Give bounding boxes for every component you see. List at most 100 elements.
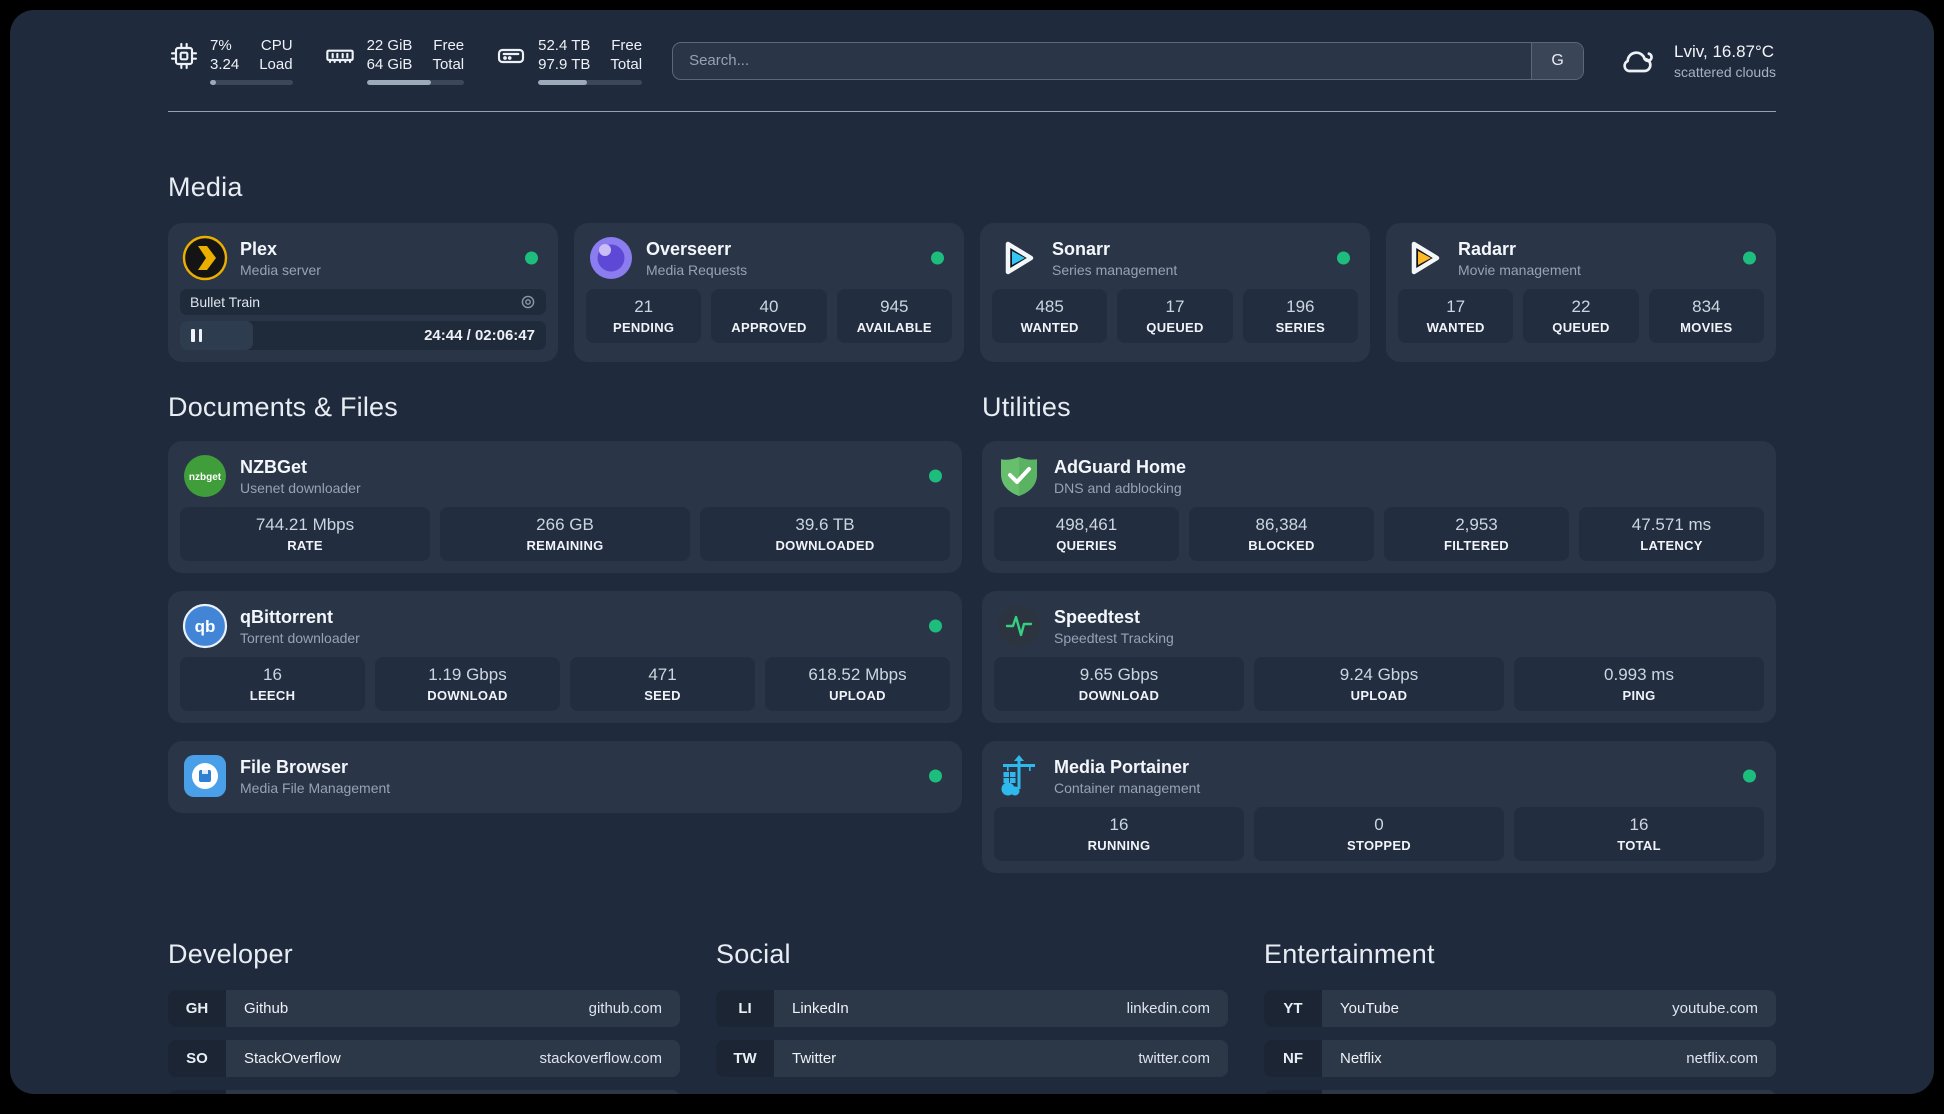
disk-progress [538,80,643,85]
stat-label: PING [1622,688,1656,703]
stat-tile: 744.21 Mbps RATE [180,507,430,561]
bookmark-youtube[interactable]: YT YouTube youtube.com [1264,990,1776,1027]
stat-label: WANTED [1426,320,1485,335]
stat-tile: 2,953 FILTERED [1384,507,1569,561]
stat-value: 16 [1629,815,1649,834]
stat-tile: 21 PENDING [586,289,702,343]
now-playing-row: Bullet Train [180,289,546,315]
stat-value: 834 [1692,297,1721,316]
stat-label: AVAILABLE [856,320,932,335]
stat-label: WANTED [1020,320,1079,335]
qbittorrent-icon: qb [182,603,228,649]
app-name: File Browser [240,757,349,777]
status-dot [929,769,942,783]
stat-tile: 39.6 TB DOWNLOADED [700,507,950,561]
bookmark-abbr: DT [168,1090,226,1094]
weather-widget[interactable]: Lviv, 16.87°C scattered clouds [1614,41,1776,81]
bookmark-abbr: SO [168,1040,226,1077]
app-card-radarr[interactable]: Radarr Movie management 17 WANTED 22 QUE… [1386,223,1776,362]
stat-label: LATENCY [1640,538,1703,553]
stat-tile: 16 RUNNING [994,807,1244,861]
stat-value: 1.19 Gbps [428,665,507,684]
app-card-qbittorrent[interactable]: qb qBittorrent Torrent downloader 16 LEE… [168,591,962,723]
ram-progress [366,80,465,85]
section-title-media: Media [168,172,243,202]
bookmark-name: YouTube [1340,1000,1399,1017]
stat-label: MOVIES [1680,320,1733,335]
app-card-speedtest[interactable]: Speedtest Speedtest Tracking 9.65 Gbps D… [982,591,1776,723]
status-dot [929,469,942,483]
stat-tile: 9.65 Gbps DOWNLOAD [994,657,1244,711]
section-media: Media Plex Media server Bullet Train 24:… [168,172,1776,362]
playback-time: 24:44 / 02:06:47 [424,327,535,344]
header-divider [168,111,1776,112]
ram-total: 64 GiB [366,56,413,73]
status-dot [1743,251,1756,265]
app-subtitle: Media Requests [646,262,748,278]
app-card-overseerr[interactable]: Overseerr Media Requests 21 PENDING 40 A… [574,223,964,362]
top-bar: 7% 3.24 CPU Load 22 GiB 64 GiB Free Tota… [10,10,1934,85]
stat-label: FILTERED [1444,538,1509,553]
bookmark-dev[interactable]: DT DEV dev.to [168,1090,680,1094]
target-icon[interactable] [520,294,536,310]
cpu-usage: 7% [210,37,232,54]
stat-value: 266 GB [536,515,594,534]
bookmark-abbr: RE [1264,1090,1322,1094]
stat-tile: 17 QUEUED [1117,289,1233,343]
stat-value: 17 [1446,297,1466,316]
bookmark-url: twitter.com [1138,1050,1210,1067]
stat-tile: 1.19 Gbps DOWNLOAD [375,657,560,711]
pause-icon[interactable] [191,329,202,342]
bookmark-url: linkedin.com [1126,1000,1210,1017]
stat-tile: 0.993 ms PING [1514,657,1764,711]
stat-value: 196 [1286,297,1315,316]
stat-tile: 485 WANTED [992,289,1108,343]
stat-value: 0.993 ms [1604,665,1674,684]
stat-label: REMAINING [526,538,604,553]
app-name: NZBGet [240,457,307,477]
bookmark-abbr: YT [1264,990,1322,1027]
bookmark-group-social: Social LI LinkedIn linkedin.com TW Twitt… [716,939,1228,1094]
stat-value: 471 [648,665,677,684]
bookmark-stackoverflow[interactable]: SO StackOverflow stackoverflow.com [168,1040,680,1077]
bookmark-reddit[interactable]: RE Reddit reddit.com [1264,1090,1776,1094]
bookmark-group-title: Entertainment [1264,939,1435,969]
status-dot [931,251,944,265]
portainer-icon [996,753,1042,799]
app-card-portainer[interactable]: Media Portainer Container management 16 … [982,741,1776,873]
stat-tile: 834 MOVIES [1648,289,1764,343]
app-card-adguard[interactable]: AdGuard Home DNS and adblocking 498,461 … [982,441,1776,573]
disk-icon [494,36,528,72]
search-input[interactable] [673,42,1532,79]
bookmark-name: Github [244,1000,289,1017]
stat-label: TOTAL [1617,838,1661,853]
weather-location-temp: Lviv, 16.87°C [1674,41,1775,61]
status-dot [525,251,538,265]
app-subtitle: Usenet downloader [240,480,361,496]
stat-value: 744.21 Mbps [255,515,355,534]
app-name: qBittorrent [240,607,333,627]
stat-value: 17 [1165,297,1185,316]
ram-icon [323,36,357,72]
disk-total: 97.9 TB [538,56,591,73]
app-card-plex[interactable]: Plex Media server Bullet Train 24:44 / 0… [168,223,558,362]
app-card-filebrowser[interactable]: File Browser Media File Management [168,741,962,813]
bookmark-twitter[interactable]: TW Twitter twitter.com [716,1040,1228,1077]
bookmark-github[interactable]: GH Github github.com [168,990,680,1027]
search-engine-button[interactable]: G [1531,42,1584,79]
app-card-nzbget[interactable]: nzbget NZBGet Usenet downloader 744.21 M… [168,441,962,573]
app-card-sonarr[interactable]: Sonarr Series management 485 WANTED 17 Q… [980,223,1370,362]
bookmark-netflix[interactable]: NF Netflix netflix.com [1264,1040,1776,1077]
system-stats: 7% 3.24 CPU Load 22 GiB 64 GiB Free Tota… [168,36,643,85]
stat-value: 9.24 Gbps [1339,665,1419,684]
disk-free: 52.4 TB [538,37,591,54]
stat-value: 16 [1109,815,1129,834]
playback-progress[interactable]: 24:44 / 02:06:47 [180,321,546,350]
stat-label: SEED [644,688,681,703]
bookmark-name: LinkedIn [792,1000,849,1017]
stat-value: 2,953 [1455,515,1498,534]
bookmark-url: youtube.com [1672,1000,1758,1017]
bookmark-linkedin[interactable]: LI LinkedIn linkedin.com [716,990,1228,1027]
search-bar: G [672,41,1585,80]
stat-value: 9.65 Gbps [1079,665,1159,684]
